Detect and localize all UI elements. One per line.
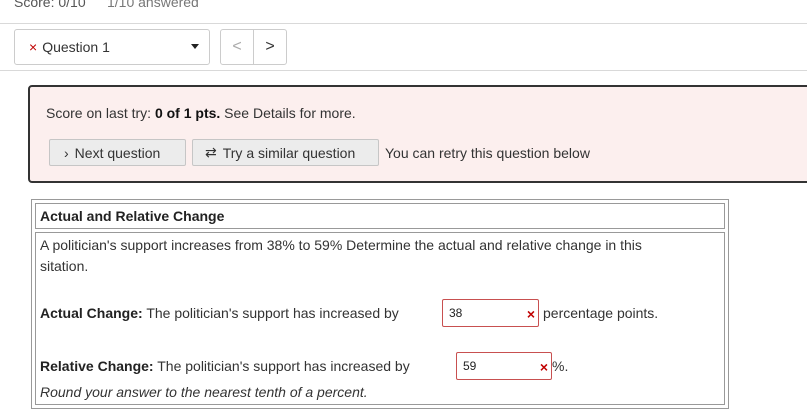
previous-question-button[interactable]: < bbox=[221, 30, 254, 64]
score-value: 0 of 1 pts. bbox=[154, 105, 221, 121]
actual-change-text: The politician's support has increased b… bbox=[142, 305, 399, 321]
divider bbox=[0, 70, 807, 71]
relative-change-value: 59 bbox=[463, 359, 477, 373]
question-nav: < > bbox=[220, 29, 287, 65]
actual-change-input[interactable]: 38 × bbox=[442, 299, 539, 327]
score-suffix: See Details for more. bbox=[220, 105, 356, 121]
actual-change-prompt: Actual Change: The politician's support … bbox=[40, 303, 399, 324]
chevron-down-icon bbox=[191, 44, 199, 49]
actual-change-label: Actual Change: bbox=[40, 305, 143, 321]
relative-change-unit: %. bbox=[552, 358, 569, 374]
incorrect-icon: × bbox=[526, 306, 535, 322]
answered-count: 1/10 answered bbox=[107, 0, 199, 10]
actual-change-unit: percentage points. bbox=[543, 305, 659, 321]
question-title: Actual and Relative Change bbox=[40, 208, 225, 224]
score-summary: Score on last try: 0 of 1 pts. See Detai… bbox=[46, 105, 356, 121]
next-question-label: Next question bbox=[74, 144, 161, 161]
question-prompt-line1: A politician's support increases from 38… bbox=[40, 237, 642, 253]
relative-change-input[interactable]: 59 × bbox=[456, 352, 552, 380]
chevron-right-icon: › bbox=[64, 144, 69, 161]
retry-arrows-icon: ⇄ bbox=[205, 144, 217, 160]
relative-change-text: The politician's support has increased b… bbox=[153, 358, 410, 374]
rounding-hint: Round your answer to the nearest tenth o… bbox=[40, 384, 368, 400]
retry-message: You can retry this question below bbox=[385, 145, 590, 161]
question-selector[interactable]: × Question 1 bbox=[14, 29, 210, 65]
score-feedback-box: Score on last try: 0 of 1 pts. See Detai… bbox=[28, 85, 807, 183]
try-similar-question-button[interactable]: ⇄ Try a similar question bbox=[192, 139, 379, 166]
actual-change-value: 38 bbox=[449, 306, 463, 320]
question-prompt-line2: sitation. bbox=[40, 258, 89, 274]
incorrect-icon: × bbox=[539, 359, 548, 375]
next-question-button[interactable]: › Next question bbox=[49, 139, 186, 166]
relative-change-label: Relative Change: bbox=[40, 358, 154, 374]
divider bbox=[0, 23, 807, 24]
score-text: Score: 0/10 bbox=[14, 0, 86, 10]
next-question-arrow-button[interactable]: > bbox=[254, 30, 286, 64]
question-panel: Actual and Relative Change A politician'… bbox=[31, 199, 729, 409]
question-title-row: Actual and Relative Change bbox=[35, 203, 725, 229]
relative-change-prompt: Relative Change: The politician's suppor… bbox=[40, 356, 410, 377]
score-prefix: Score on last try: bbox=[46, 105, 155, 121]
question-selector-label: Question 1 bbox=[42, 39, 110, 55]
question-body: A politician's support increases from 38… bbox=[35, 232, 725, 405]
try-similar-label: Try a similar question bbox=[222, 144, 356, 161]
incorrect-icon: × bbox=[29, 39, 38, 55]
